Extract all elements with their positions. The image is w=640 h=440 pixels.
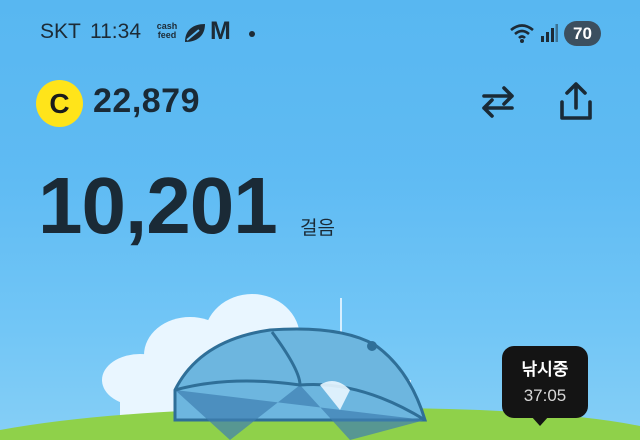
step-unit: 걸음	[300, 217, 335, 239]
cashfeed-icon: cash feed	[156, 21, 178, 40]
fishing-label: 낚시중	[521, 360, 569, 380]
dot-icon	[249, 31, 255, 37]
badge-pointer	[531, 416, 549, 426]
wifi-icon	[510, 24, 534, 43]
coin-icon[interactable]: C	[36, 80, 83, 127]
m-icon: M	[210, 17, 231, 45]
carrier-label: SKT	[40, 20, 81, 43]
step-count: 10,201	[38, 161, 278, 250]
leaf-icon	[185, 24, 205, 42]
status-time: 11:34	[90, 20, 141, 43]
coin-balance[interactable]: 22,879	[93, 82, 200, 121]
fishing-timer: 37:05	[523, 386, 567, 405]
battery-indicator: 70	[564, 21, 601, 46]
app-screen: SKT 11:34 cash feed M 70 C 22,879 10,201…	[0, 0, 640, 440]
swap-icon[interactable]	[478, 82, 518, 122]
share-icon[interactable]	[554, 80, 598, 124]
fishing-status-badge[interactable]: 낚시중 37:05	[502, 346, 588, 418]
status-bar: SKT 11:34 cash feed M 70	[0, 0, 640, 66]
signal-icon	[541, 24, 558, 42]
